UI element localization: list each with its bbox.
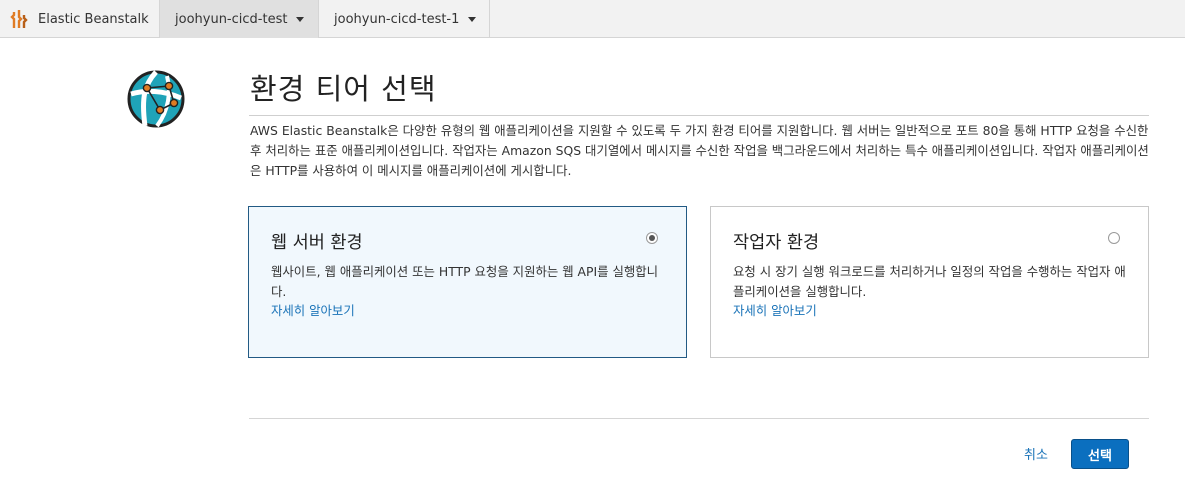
cancel-button[interactable]: 취소 [1024, 444, 1048, 463]
tab-joohyun-cicd-test-1[interactable]: joohyun-cicd-test-1 [319, 0, 490, 38]
tier-description: 웹사이트, 웹 애플리케이션 또는 HTTP 요청을 지원하는 웹 API를 실… [271, 264, 659, 299]
tab-joohyun-cicd-test[interactable]: joohyun-cicd-test [160, 0, 319, 38]
tier-title: 작업자 환경 [733, 233, 820, 253]
elastic-beanstalk-logo-icon [10, 10, 28, 28]
tab-label: joohyun-cicd-test [175, 11, 288, 27]
caret-down-icon [468, 17, 477, 22]
select-button[interactable]: 선택 [1071, 439, 1129, 469]
tier-radio-worker[interactable] [1108, 232, 1120, 244]
learn-more-link[interactable]: 자세히 알아보기 [733, 301, 817, 319]
tier-title: 웹 서버 환경 [271, 233, 363, 253]
title-divider [249, 115, 1149, 116]
page-title: 환경 티어 선택 [250, 72, 437, 106]
page-description: AWS Elastic Beanstalk은 다양한 유형의 웹 애플리케이션을… [250, 123, 1149, 178]
brand-label: Elastic Beanstalk [38, 11, 149, 27]
caret-down-icon [296, 17, 305, 22]
tier-card-worker[interactable]: 작업자 환경 요청 시 장기 실행 워크로드를 처리하거나 일정의 작업을 수행… [710, 206, 1149, 358]
learn-more-link[interactable]: 자세히 알아보기 [271, 301, 355, 319]
tier-card-web-server[interactable]: 웹 서버 환경 웹사이트, 웹 애플리케이션 또는 HTTP 요청을 지원하는 … [248, 206, 687, 358]
environment-globe-icon [127, 70, 185, 128]
service-brand[interactable]: Elastic Beanstalk [0, 0, 160, 38]
top-navigation-bar: Elastic Beanstalk joohyun-cicd-test jooh… [0, 0, 1185, 38]
tier-radio-web-server[interactable] [646, 232, 658, 244]
footer-divider [249, 418, 1149, 419]
tier-description: 요청 시 장기 실행 워크로드를 처리하거나 일정의 작업을 수행하는 작업자 … [733, 264, 1126, 299]
tab-label: joohyun-cicd-test-1 [334, 11, 460, 27]
